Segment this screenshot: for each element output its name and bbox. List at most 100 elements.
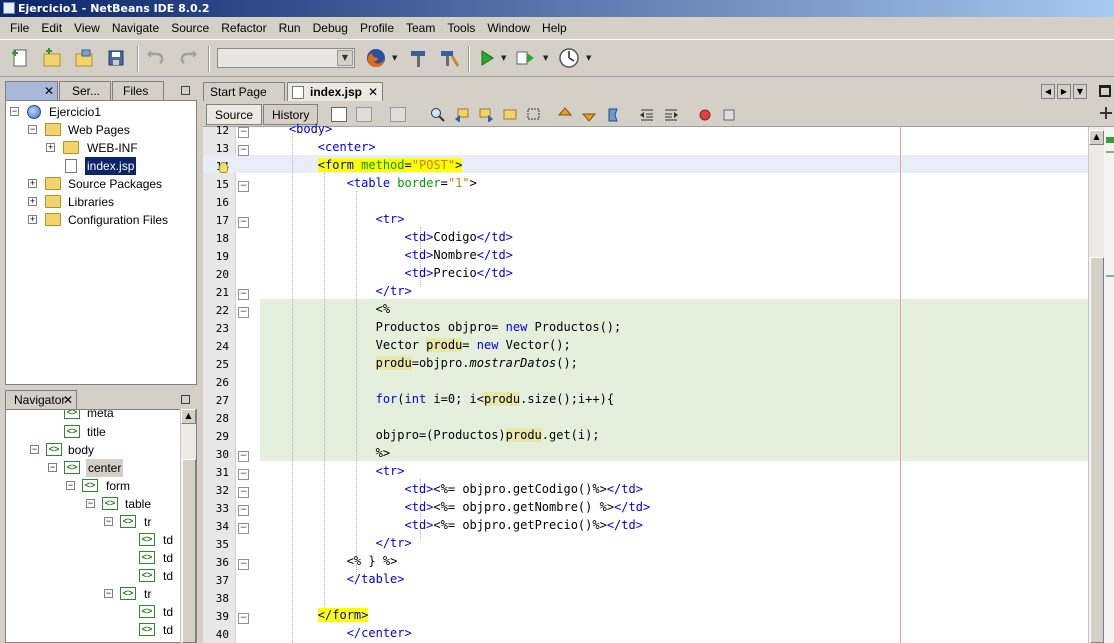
navigator-scrollbar[interactable]: ▲ bbox=[180, 409, 196, 643]
build-hammer-icon[interactable] bbox=[406, 47, 430, 69]
back-icon[interactable] bbox=[356, 107, 372, 122]
scrollbar-thumb[interactable] bbox=[182, 459, 196, 643]
scroll-up-icon[interactable]: ▲ bbox=[1089, 130, 1104, 145]
line-number: 28 bbox=[215, 412, 229, 425]
minimize-icon[interactable] bbox=[181, 395, 190, 404]
split-editor-icon[interactable] bbox=[1100, 107, 1112, 119]
menu-debug[interactable]: Debug bbox=[307, 21, 354, 35]
menu-help[interactable]: Help bbox=[536, 21, 573, 35]
toggle-highlight-icon[interactable] bbox=[502, 107, 518, 122]
menu-tools[interactable]: Tools bbox=[441, 21, 481, 35]
fold-toggle-icon[interactable]: − bbox=[238, 523, 249, 534]
fold-toggle-icon[interactable]: − bbox=[238, 505, 249, 516]
code-line: <td>Codigo</td> bbox=[404, 230, 513, 244]
tab-navigator[interactable]: Navigator ✕ bbox=[5, 390, 77, 409]
navigator-tab-bar: Navigator ✕ bbox=[5, 390, 197, 409]
scroll-left-icon[interactable]: ◀ bbox=[1041, 84, 1055, 99]
browser-firefox-icon[interactable] bbox=[364, 47, 388, 69]
find-previous-icon[interactable] bbox=[454, 107, 470, 123]
clean-build-icon[interactable] bbox=[438, 47, 462, 69]
profile-icon[interactable] bbox=[557, 47, 581, 69]
menu-file[interactable]: File bbox=[4, 21, 35, 35]
hint-bulb-icon[interactable] bbox=[219, 162, 228, 173]
maximize-icon[interactable] bbox=[1099, 85, 1111, 97]
next-bookmark-icon[interactable] bbox=[581, 107, 597, 122]
jsp-file-icon bbox=[292, 86, 304, 99]
menu-profile[interactable]: Profile bbox=[354, 21, 400, 35]
find-next-icon[interactable] bbox=[478, 107, 494, 123]
code-line: <% bbox=[375, 302, 391, 316]
last-edit-icon[interactable] bbox=[331, 107, 347, 122]
line-number: 38 bbox=[215, 592, 229, 605]
forward-icon[interactable] bbox=[390, 107, 406, 122]
main-toolbar: ▼ ▼ ▼ ▼ ▼ bbox=[0, 39, 1114, 77]
tab-files[interactable]: Files bbox=[112, 81, 164, 100]
fold-toggle-icon[interactable]: − bbox=[238, 469, 249, 480]
code-line: objpro=(Productos)produ.get(i); bbox=[260, 428, 600, 442]
fold-toggle-icon[interactable]: − bbox=[238, 181, 249, 192]
scroll-up-icon[interactable]: ▲ bbox=[181, 409, 196, 424]
debug-icon[interactable] bbox=[514, 47, 538, 69]
tab-index-jsp[interactable]: index.jsp ✕ bbox=[287, 82, 383, 101]
web-folder-icon bbox=[45, 123, 61, 136]
run-play-icon[interactable] bbox=[475, 47, 499, 69]
shift-right-icon[interactable] bbox=[663, 107, 679, 122]
fold-toggle-icon[interactable]: − bbox=[238, 613, 249, 624]
previous-bookmark-icon[interactable] bbox=[557, 107, 573, 122]
scroll-right-icon[interactable]: ▶ bbox=[1057, 84, 1071, 99]
window-title: Ejercicio1 - NetBeans IDE 8.0.2 bbox=[18, 2, 210, 15]
menu-team[interactable]: Team bbox=[400, 21, 441, 35]
fold-toggle-icon[interactable]: − bbox=[238, 451, 249, 462]
stop-macro-icon[interactable] bbox=[721, 107, 737, 122]
menu-navigate[interactable]: Navigate bbox=[106, 21, 165, 35]
tab-start-page[interactable]: Start Page bbox=[203, 82, 285, 101]
fold-toggle-icon[interactable]: − bbox=[238, 145, 249, 156]
html-tag-icon: <> bbox=[139, 623, 155, 636]
source-view-button[interactable]: Source bbox=[206, 104, 263, 125]
tab-projects[interactable]: ✕ bbox=[5, 81, 58, 100]
tab-list-icon[interactable]: ▼ bbox=[1073, 84, 1087, 99]
html-tag-icon: <> bbox=[82, 479, 98, 492]
error-stripe bbox=[1104, 127, 1114, 643]
menu-run[interactable]: Run bbox=[273, 21, 307, 35]
toggle-rect-selection-icon[interactable] bbox=[526, 107, 542, 122]
menu-source[interactable]: Source bbox=[165, 21, 215, 35]
close-icon[interactable]: ✕ bbox=[63, 391, 73, 409]
configuration-select[interactable]: ▼ bbox=[217, 48, 355, 68]
netbeans-app-icon bbox=[3, 2, 15, 14]
save-all-icon[interactable] bbox=[105, 47, 129, 69]
code-line: <body> bbox=[288, 122, 333, 136]
toggle-bookmark-icon[interactable] bbox=[605, 107, 621, 122]
menu-window[interactable]: Window bbox=[481, 21, 536, 35]
code-line: Productos objpro= new Productos(); bbox=[260, 320, 622, 334]
find-icon[interactable] bbox=[430, 107, 446, 122]
minimize-icon[interactable] bbox=[181, 86, 190, 95]
tab-services[interactable]: Ser... bbox=[59, 81, 111, 100]
undo-icon[interactable] bbox=[144, 47, 168, 69]
projects-tree: − Ejercicio1 − Web Pages + WEB-INF index… bbox=[5, 100, 197, 385]
code-line: for(int i=0; i<produ.size();i++){ bbox=[375, 392, 615, 406]
open-project-icon[interactable] bbox=[73, 47, 97, 69]
menu-view[interactable]: View bbox=[68, 21, 106, 35]
chevron-down-icon[interactable]: ▼ bbox=[337, 50, 353, 66]
new-project-icon[interactable] bbox=[40, 47, 64, 69]
fold-toggle-icon[interactable]: − bbox=[238, 559, 249, 570]
close-icon[interactable]: ✕ bbox=[368, 83, 378, 101]
editor-vertical-scrollbar[interactable]: ▲ bbox=[1088, 127, 1104, 643]
jsp-file-icon bbox=[65, 159, 77, 173]
fold-toggle-icon[interactable]: − bbox=[238, 487, 249, 498]
line-number: 36 bbox=[215, 556, 229, 569]
library-folder-icon bbox=[45, 195, 61, 208]
menu-edit[interactable]: Edit bbox=[35, 21, 68, 35]
record-macro-icon[interactable] bbox=[697, 107, 713, 122]
new-file-icon[interactable] bbox=[8, 47, 32, 69]
close-icon[interactable]: ✕ bbox=[44, 82, 54, 100]
menu-refactor[interactable]: Refactor bbox=[215, 21, 272, 35]
shift-left-icon[interactable] bbox=[639, 107, 655, 122]
redo-icon[interactable] bbox=[176, 47, 200, 69]
fold-toggle-icon[interactable]: − bbox=[238, 307, 249, 318]
fold-toggle-icon[interactable]: − bbox=[238, 217, 249, 228]
fold-toggle-icon[interactable]: − bbox=[238, 289, 249, 300]
fold-toggle-icon[interactable]: − bbox=[238, 127, 249, 138]
scrollbar-thumb[interactable] bbox=[1090, 257, 1104, 643]
